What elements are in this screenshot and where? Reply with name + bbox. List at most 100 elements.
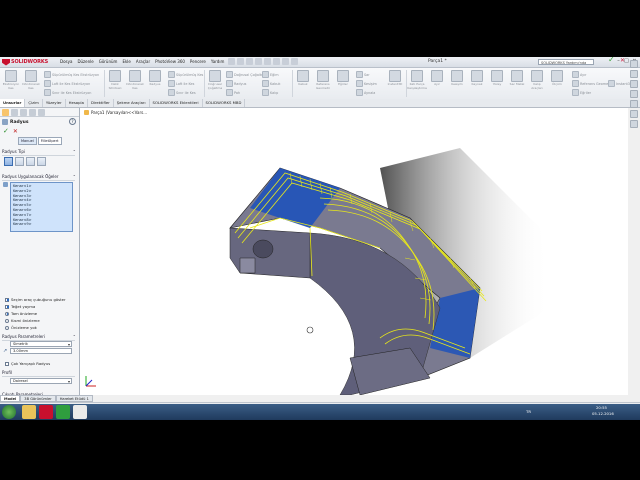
ok-button[interactable]: ✓ bbox=[3, 128, 9, 135]
display-manager-tab-icon[interactable] bbox=[38, 109, 45, 116]
tab-manual[interactable]: Manuel bbox=[18, 137, 37, 145]
ribbon-measure[interactable]: Ölçüm bbox=[548, 70, 566, 87]
menu-insert[interactable]: Ekle bbox=[122, 58, 130, 66]
tab-motion-study[interactable]: Hareket Etüdü 1 bbox=[55, 395, 93, 402]
configuration-manager-tab-icon[interactable] bbox=[20, 109, 27, 116]
ribbon-linear-pattern[interactable]: Doğrusal Çoğaltma bbox=[226, 71, 267, 78]
rebuild-icon[interactable] bbox=[282, 58, 289, 65]
search-input[interactable]: SOLIDWORKS Yardımı'nda ara bbox=[538, 59, 594, 71]
save-icon[interactable] bbox=[246, 58, 253, 65]
radius-input[interactable]: 3.00mm bbox=[10, 348, 72, 354]
ribbon-hole-wizard[interactable]: Delik Sihirbazı bbox=[106, 70, 124, 90]
ribbon-swept-cut[interactable]: Süpürülmüş Kes Ekstrüzyon bbox=[44, 71, 99, 78]
option-partial-preview[interactable]: Kısmi önizleme bbox=[5, 318, 40, 323]
graphics-viewport[interactable]: Parça1 (Varsayılan<<Vars... bbox=[80, 108, 628, 395]
ribbon-weldment[interactable]: Kaynak bbox=[468, 70, 486, 87]
group-items-to-fillet[interactable]: Radyus Uygulanacak Öğeler bbox=[2, 174, 76, 181]
ribbon-instant3d[interactable]: Instant3D bbox=[386, 70, 404, 87]
clock-time[interactable]: 20:55 bbox=[596, 405, 607, 410]
help-button[interactable]: ? bbox=[69, 118, 76, 125]
options-icon[interactable] bbox=[291, 58, 298, 65]
open-icon[interactable] bbox=[237, 58, 244, 65]
full-round-fillet-icon[interactable] bbox=[37, 157, 46, 166]
appearances-icon[interactable] bbox=[629, 100, 638, 108]
ribbon-split-2[interactable]: Ayır bbox=[572, 71, 586, 78]
ribbon-curves[interactable]: Eğriler bbox=[334, 70, 352, 87]
solidworks-logo[interactable]: SOLIDWORKS bbox=[2, 58, 48, 66]
ribbon-revolve-cut[interactable]: Döndürerek Kes bbox=[22, 70, 40, 90]
face-fillet-icon[interactable] bbox=[26, 157, 35, 166]
custom-properties-icon[interactable] bbox=[629, 110, 638, 118]
undo-icon[interactable] bbox=[264, 58, 271, 65]
collapse-icon[interactable]: ⌃ bbox=[73, 334, 76, 339]
ribbon-intersect[interactable]: Kesişim bbox=[356, 80, 377, 87]
property-manager-tab-icon[interactable] bbox=[11, 109, 18, 116]
design-library-icon[interactable] bbox=[629, 70, 638, 78]
tab-sketch[interactable]: Çizim bbox=[25, 99, 43, 107]
menu-help[interactable]: Yardım bbox=[211, 58, 224, 66]
solidworks-taskbar-icon[interactable] bbox=[39, 405, 53, 419]
list-item[interactable]: Kenar<9> bbox=[13, 222, 70, 227]
ribbon-reference-2[interactable]: Referans Geometri bbox=[572, 80, 612, 87]
option-tangent-propagation[interactable]: Teğet yayma bbox=[5, 304, 35, 309]
language-indicator[interactable]: TR bbox=[526, 409, 531, 414]
option-full-preview[interactable]: Tam önizleme bbox=[5, 311, 37, 316]
dimxpert-manager-tab-icon[interactable] bbox=[29, 109, 36, 116]
camtasia-taskbar-icon[interactable] bbox=[56, 405, 70, 419]
variable-size-fillet-icon[interactable] bbox=[15, 157, 24, 166]
tab-model[interactable]: Model bbox=[0, 395, 21, 402]
ribbon-dome[interactable]: Kalıp bbox=[262, 89, 278, 96]
tab-render-tools[interactable]: Şekme Araçları bbox=[114, 99, 150, 107]
select-icon[interactable] bbox=[273, 58, 280, 65]
ribbon-draft[interactable]: Eğim bbox=[262, 71, 279, 78]
tab-features[interactable]: Unsurlar bbox=[0, 99, 26, 107]
ribbon-shell-big[interactable]: Kabuk bbox=[294, 70, 312, 87]
tab-mbd[interactable]: SOLIDWORKS MBD bbox=[203, 99, 246, 107]
camtasia-recorder-taskbar-icon[interactable] bbox=[73, 405, 87, 419]
cancel-button[interactable]: ✕ bbox=[13, 128, 18, 135]
ribbon-boundary-cut-2[interactable]: Sınır ile Kes bbox=[168, 89, 196, 96]
checkbox[interactable] bbox=[5, 361, 9, 366]
ribbon-fillet-big[interactable]: Radyus bbox=[146, 70, 164, 87]
ribbon-revolve-cut-2[interactable]: Döndürerek Kes bbox=[126, 70, 144, 90]
file-explorer-icon[interactable] bbox=[629, 80, 638, 88]
ribbon-mold-tools[interactable]: Kalıp Araçları bbox=[528, 70, 546, 90]
checkbox[interactable] bbox=[5, 297, 9, 302]
ribbon-fillet[interactable]: Radyus bbox=[226, 80, 246, 87]
profile-select[interactable]: Dairesel bbox=[10, 378, 72, 384]
group-fillet-type[interactable]: Radyus Tipi bbox=[2, 149, 76, 156]
ribbon-loft-cut[interactable]: Loft ile Kes Ekstrüzyon bbox=[44, 80, 90, 87]
ribbon-swept-cut-2[interactable]: Süpürülmüş Kes bbox=[168, 71, 203, 78]
ribbon-wrap[interactable]: Sar bbox=[356, 71, 370, 78]
radio-button[interactable] bbox=[5, 311, 9, 316]
ribbon-linear-pattern-big[interactable]: Doğrusal Çoğaltma bbox=[206, 70, 224, 90]
ribbon-loft-cut-2[interactable]: Loft ile Kes bbox=[168, 80, 194, 87]
menu-tools[interactable]: Araçlar bbox=[136, 58, 150, 66]
option-no-preview[interactable]: Önizleme yok bbox=[5, 325, 37, 330]
confirm-corner-cancel-icon[interactable]: ✕ bbox=[620, 57, 625, 64]
option-show-toolbar[interactable]: Seçim araç çubuğunu göster bbox=[5, 297, 66, 302]
view-palette-icon[interactable] bbox=[629, 90, 638, 98]
start-button[interactable] bbox=[2, 405, 16, 419]
print-icon[interactable] bbox=[255, 58, 262, 65]
menu-window[interactable]: Pencere bbox=[190, 58, 206, 66]
feature-manager-tab-icon[interactable] bbox=[2, 109, 9, 116]
tab-evaluate[interactable]: Hesapla bbox=[66, 99, 88, 107]
tab-filletxpert[interactable]: FilletXpert bbox=[37, 137, 62, 145]
ribbon-compare[interactable]: Katı Parça Karşılaştırma bbox=[407, 70, 427, 90]
ribbon-extrude-cut[interactable]: Ekstrüzyon Kes bbox=[2, 70, 20, 90]
ribbon-boundary-cut[interactable]: Sınır ile Kes Ekstrüzyon bbox=[44, 89, 91, 96]
collapse-icon[interactable]: ⌃ bbox=[73, 149, 76, 154]
fillet-method-select[interactable]: Simetrik bbox=[10, 341, 72, 347]
ribbon-surface[interactable]: Yüzey bbox=[488, 70, 506, 87]
checkbox[interactable] bbox=[5, 304, 9, 309]
ribbon-split[interactable]: Ayır bbox=[428, 70, 446, 87]
ribbon-shell[interactable]: Kabuk bbox=[262, 80, 281, 87]
ribbon-reference-geometry[interactable]: Referans Geometri bbox=[314, 70, 332, 90]
radio-button[interactable] bbox=[5, 325, 9, 330]
constant-size-fillet-icon[interactable] bbox=[4, 157, 13, 166]
resources-icon[interactable] bbox=[629, 60, 638, 68]
ribbon-sheet-metal[interactable]: Sac Metal bbox=[508, 70, 526, 87]
menu-edit[interactable]: Düzenle bbox=[77, 58, 93, 66]
clock-date[interactable]: 05.12.2016 bbox=[592, 411, 614, 416]
